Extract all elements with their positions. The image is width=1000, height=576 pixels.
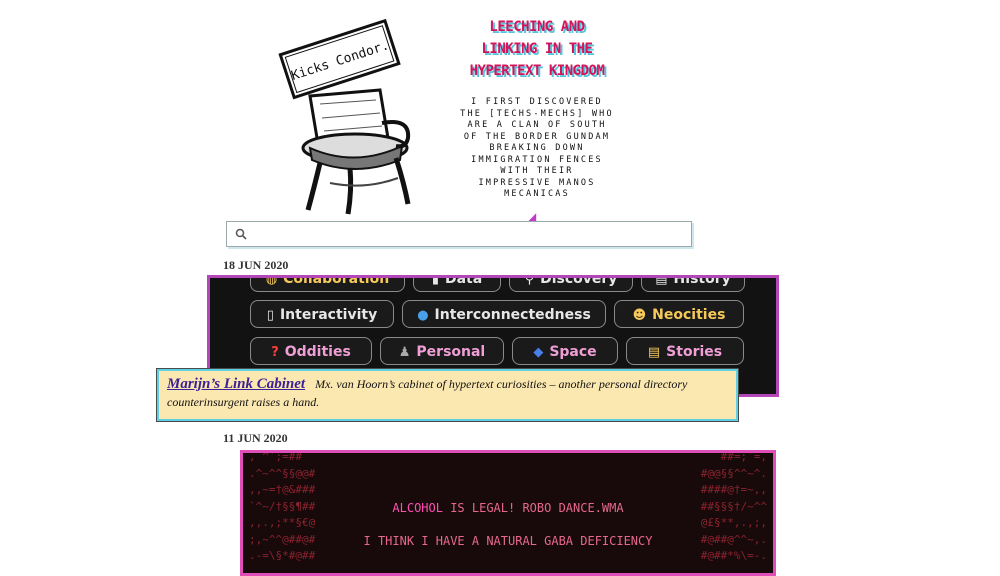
search-icon — [235, 228, 247, 240]
ascii-art-post: , ^`;=## .^~^^§§@@# ,,~=†@&### `^~/†§§¶#… — [240, 450, 776, 576]
ascii-line-1-text: IS LEGAL! ROBO DANCE.WMA — [442, 501, 624, 515]
link-card-description: Mx. van Hoorn’s cabinet of hypertext cur… — [315, 377, 688, 391]
category-discovery[interactable]: ⚲ Discovery — [509, 275, 633, 292]
person-icon: ♟ — [398, 345, 411, 360]
ascii-line-2: I THINK I HAVE A NATURAL GABA DEFICIENCY — [363, 534, 653, 548]
search-input[interactable] — [253, 224, 687, 244]
chair-logo[interactable]: Kicks Condor. — [270, 18, 420, 218]
mouse-icon: ▯ — [266, 308, 274, 323]
planet-icon: ◆ — [533, 345, 544, 360]
category-oddities[interactable]: ? Oddities — [250, 337, 372, 365]
post-date: 11 JUN 2020 — [223, 431, 288, 445]
chart-icon: ▮ — [431, 275, 439, 287]
category-interactivity[interactable]: ▯ Interactivity — [250, 300, 394, 328]
category-stories[interactable]: ▤ Stories — [626, 337, 744, 365]
question-icon: ? — [271, 345, 279, 360]
globe-icon: ● — [417, 308, 429, 323]
link-card-description-cont: counterinsurgent raises a hand. — [167, 395, 320, 409]
link-card: Marijn’s Link Cabinet Mx. van Hoorn’s ca… — [156, 368, 739, 422]
memo-icon: ▤ — [647, 345, 661, 360]
magnifier-icon: ⚲ — [524, 275, 535, 287]
category-interconnectedness[interactable]: ● Interconnectedness — [402, 300, 606, 328]
search-bar[interactable] — [226, 221, 692, 247]
ascii-highlight: ALCOHOL — [392, 501, 443, 515]
category-collaboration[interactable]: ◍ Collaboration — [250, 275, 405, 292]
ascii-line-1: ALCOHOL IS LEGAL! ROBO DANCE.WMA — [243, 500, 773, 517]
category-data[interactable]: ▮ Data — [413, 275, 501, 292]
category-history[interactable]: ▤ History — [641, 275, 745, 292]
category-personal[interactable]: ♟ Personal — [380, 337, 504, 365]
link-card-title[interactable]: Marijn’s Link Cabinet — [167, 376, 305, 392]
post-date: 18 JUN 2020 — [223, 258, 289, 272]
handshake-icon: ◍ — [265, 275, 278, 287]
cat-icon: ☻ — [632, 308, 647, 323]
site-title[interactable]: LEECHING AND LINKING IN THE HYPERTEXT KI… — [452, 16, 622, 82]
scroll-icon: ▤ — [655, 275, 668, 287]
category-neocities[interactable]: ☻ Neocities — [614, 300, 744, 328]
category-space[interactable]: ◆ Space — [512, 337, 618, 365]
tagline: I FIRST DISCOVERED THE [TECHS-MECHS] WHO… — [460, 97, 614, 199]
